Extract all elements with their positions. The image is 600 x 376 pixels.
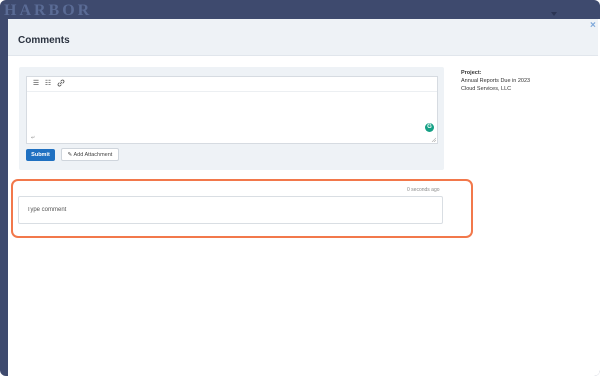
project-name: Annual Reports Due in 2023 [461,78,531,84]
editor-toolbar: ☰ ☷ [27,77,437,92]
editor-text-area[interactable]: ↵ G [27,92,437,143]
submit-button[interactable]: Submit [26,149,55,161]
close-icon[interactable]: × [590,20,596,31]
project-info: Project: Annual Reports Due in 2023 Clou… [461,69,530,93]
bullet-list-icon[interactable]: ☷ [43,79,53,88]
comments-modal: Comments × ☰ ☷ ↵ G Submit ✎ Add Attachme… [8,19,600,376]
modal-title: Comments [18,35,70,46]
app-backdrop: HARBOR Comments × ☰ ☷ ↵ G Submit ✎ Add A… [0,0,600,376]
modal-header: Comments × [8,19,598,56]
brand-logo: HARBOR [4,2,93,19]
grammarly-icon[interactable]: G [425,123,434,132]
link-icon[interactable] [56,79,66,88]
comment-composer: ☰ ☷ ↵ G Submit ✎ Add Attachment [19,67,444,170]
add-attachment-button[interactable]: ✎ Add Attachment [61,148,119,161]
comment-input[interactable] [18,196,443,224]
rich-text-editor[interactable]: ☰ ☷ ↵ G [26,76,438,144]
project-client: Cloud Services, LLC [461,86,512,92]
paragraph-mark: ↵ [31,135,36,141]
project-label: Project: [461,70,482,76]
comment-timestamp: 0 seconds ago [407,187,440,193]
resize-handle-icon[interactable] [431,137,436,142]
ordered-list-icon[interactable]: ☰ [31,79,41,88]
chevron-down-icon [551,12,557,16]
